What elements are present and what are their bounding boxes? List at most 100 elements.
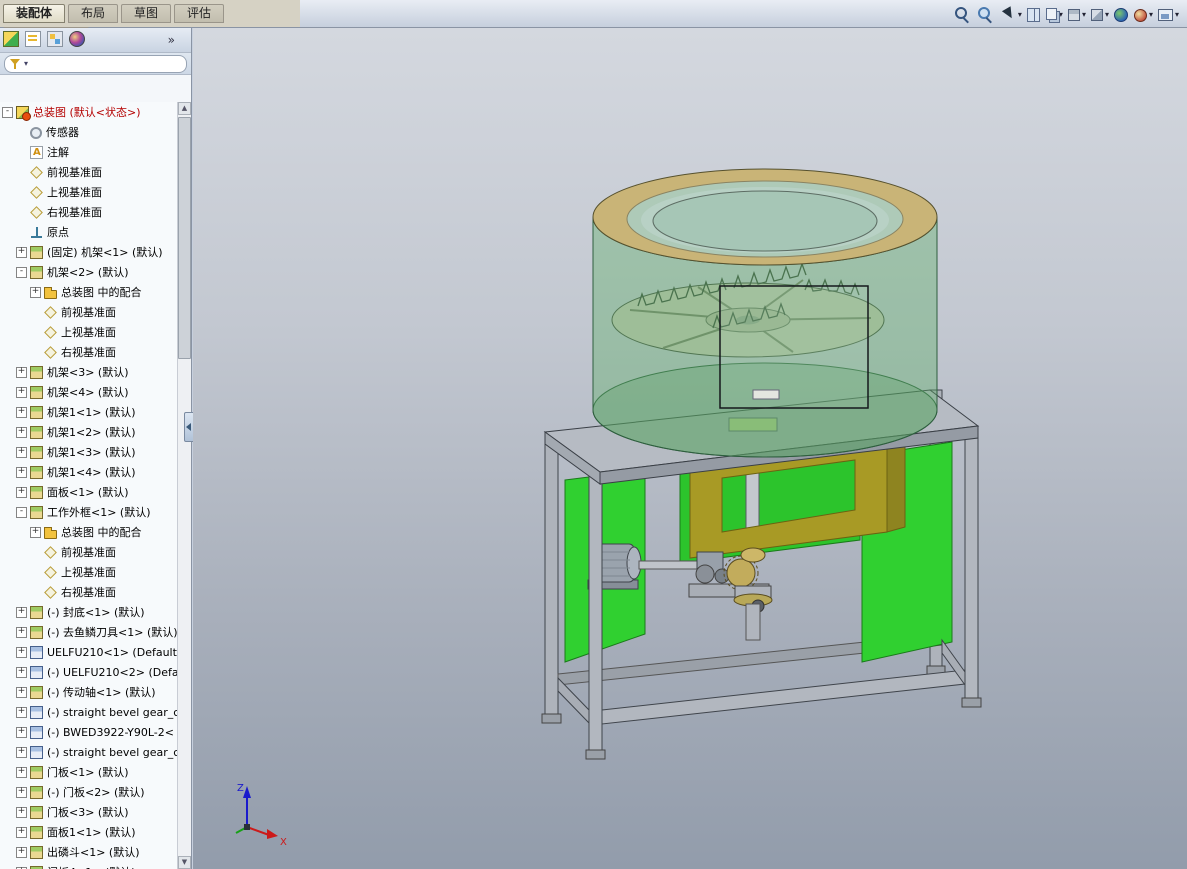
displaymanager-tab-icon[interactable]	[69, 30, 85, 47]
propertymanager-tab-icon[interactable]	[25, 30, 41, 47]
tree-item[interactable]: + (-) 去鱼鳞刀具<1> (默认)	[0, 622, 177, 642]
tree-expand-toggle[interactable]: -	[16, 266, 27, 278]
tree-item[interactable]: + 机架1<4> (默认)	[0, 462, 177, 482]
menu-tab-4[interactable]: 评估	[174, 4, 225, 23]
tree-item[interactable]: + (-) straight bevel gear_c	[0, 742, 177, 762]
tree-item[interactable]: + 面板1<1> (默认)	[0, 822, 177, 842]
filter-caret-icon[interactable]: ▾	[24, 59, 28, 68]
appearance-icon-caret[interactable]: ▾	[1149, 10, 1153, 19]
tree-filter-input[interactable]: ▾	[4, 54, 187, 73]
tree-expand-toggle[interactable]: +	[16, 606, 27, 618]
tree-item[interactable]: 上视基准面	[0, 182, 177, 202]
configurationmanager-tab-icon[interactable]	[47, 30, 63, 47]
tree-expand-toggle[interactable]: +	[16, 726, 27, 738]
tree-expand-toggle[interactable]: +	[16, 426, 27, 438]
tree-expand-toggle[interactable]: +	[30, 286, 41, 298]
tree-item[interactable]: + 面板<1> (默认)	[0, 482, 177, 502]
tree-item[interactable]: + 机架<3> (默认)	[0, 362, 177, 382]
zoom-in-icon[interactable]	[953, 6, 970, 23]
tree-expand-toggle[interactable]: +	[16, 806, 27, 818]
tree-expand-toggle[interactable]: +	[16, 646, 27, 658]
tree-item[interactable]: + 出磷斗<1> (默认)	[0, 842, 177, 862]
tree-expand-toggle[interactable]: +	[16, 446, 27, 458]
menu-tab-1[interactable]: 装配体	[3, 4, 66, 23]
tree-expand-toggle[interactable]: +	[16, 786, 27, 798]
scroll-down-button[interactable]: ▼	[178, 856, 191, 869]
view-settings-icon-caret[interactable]: ▾	[1175, 10, 1179, 19]
tree-item[interactable]: + 机架1<2> (默认)	[0, 422, 177, 442]
tree-item[interactable]: 注解	[0, 142, 177, 162]
scrollbar-thumb[interactable]	[178, 117, 191, 359]
tree-expand-toggle[interactable]: +	[16, 466, 27, 478]
tree-item[interactable]: + 机架1<1> (默认)	[0, 402, 177, 422]
view-orientation-icon[interactable]	[1090, 9, 1103, 21]
tree-item[interactable]: +门板4<1> (默认)	[0, 862, 177, 869]
tree-item[interactable]: + 门板<3> (默认)	[0, 802, 177, 822]
featuremanager-tree-tab-icon[interactable]	[3, 30, 19, 47]
panel-scrollbar[interactable]: ▲ ▼	[177, 102, 191, 869]
section-view-icon[interactable]	[1067, 9, 1080, 21]
view-settings-icon[interactable]	[1157, 9, 1173, 21]
tree-item[interactable]: + (-) 门板<2> (默认)	[0, 782, 177, 802]
tree-expand-toggle[interactable]: +	[16, 766, 27, 778]
tree-item[interactable]: 前视基准面	[0, 302, 177, 322]
tree-item[interactable]: + (-) 传动轴<1> (默认)	[0, 682, 177, 702]
tree-expand-toggle[interactable]: +	[16, 246, 27, 258]
tree-expand-toggle[interactable]: -	[16, 506, 27, 518]
tree-item[interactable]: 传感器	[0, 122, 177, 142]
section-view-icon-caret[interactable]: ▾	[1082, 10, 1086, 19]
selection-filter-icon-caret[interactable]: ▾	[1018, 10, 1022, 19]
tree-item[interactable]: 上视基准面	[0, 322, 177, 342]
pages-icon-caret[interactable]: ▾	[1059, 10, 1063, 19]
document-browser-icon[interactable]	[1026, 7, 1040, 22]
tree-expand-toggle[interactable]: +	[16, 846, 27, 858]
tree-item[interactable]: + (-) UELFU210<2> (Default)	[0, 662, 177, 682]
zoom-to-fit-icon[interactable]	[976, 6, 993, 23]
tree-item[interactable]: 前视基准面	[0, 162, 177, 182]
tree-item[interactable]: + UELFU210<1> (Default)	[0, 642, 177, 662]
tree-item[interactable]: 前视基准面	[0, 542, 177, 562]
tree-expand-toggle[interactable]: +	[16, 826, 27, 838]
graphics-viewport[interactable]: Z X	[193, 28, 1187, 869]
tree-item[interactable]: + (固定) 机架<1> (默认)	[0, 242, 177, 262]
tree-expand-toggle[interactable]: +	[16, 386, 27, 398]
selection-filter-icon[interactable]	[999, 6, 1016, 23]
filter-funnel-icon[interactable]	[10, 58, 22, 70]
tree-item[interactable]: + 门板<1> (默认)	[0, 762, 177, 782]
toolbar-overflow-button[interactable]: »	[168, 33, 175, 47]
model-canvas[interactable]: Z X	[193, 28, 1187, 869]
tree-expand-toggle[interactable]: +	[16, 686, 27, 698]
tree-expand-toggle[interactable]: +	[16, 706, 27, 718]
tree-expand-toggle[interactable]: +	[30, 526, 41, 538]
menu-tab-2[interactable]: 布局	[68, 4, 119, 23]
tree-expand-toggle[interactable]: +	[16, 626, 27, 638]
tree-item[interactable]: 右视基准面	[0, 202, 177, 222]
tree-expand-toggle[interactable]: +	[16, 666, 27, 678]
tree-item[interactable]: + (-) BWED3922-Y90L-2<	[0, 722, 177, 742]
tree-item[interactable]: 上视基准面	[0, 562, 177, 582]
tree-item[interactable]: + 机架1<3> (默认)	[0, 442, 177, 462]
tree-item[interactable]: - 机架<2> (默认)	[0, 262, 177, 282]
part-icon	[30, 405, 43, 419]
tree-expand-toggle[interactable]: +	[16, 406, 27, 418]
tree-expand-toggle[interactable]: -	[2, 106, 13, 118]
scroll-up-button[interactable]: ▲	[178, 102, 191, 115]
tree-item[interactable]: 原点	[0, 222, 177, 242]
tree-item[interactable]: + 机架<4> (默认)	[0, 382, 177, 402]
tree-expand-toggle[interactable]: +	[16, 366, 27, 378]
appearance-icon[interactable]	[1133, 8, 1147, 22]
tree-item[interactable]: 右视基准面	[0, 342, 177, 362]
pages-icon[interactable]	[1045, 8, 1057, 20]
tree-item[interactable]: + (-) straight bevel gear_c	[0, 702, 177, 722]
view-orientation-icon-caret[interactable]: ▾	[1105, 10, 1109, 19]
tree-item[interactable]: 右视基准面	[0, 582, 177, 602]
tree-item[interactable]: + 总装图 中的配合	[0, 522, 177, 542]
menu-tab-3[interactable]: 草图	[121, 4, 172, 23]
tree-expand-toggle[interactable]: +	[16, 486, 27, 498]
tree-item[interactable]: - 总装图 (默认<状态>)	[0, 102, 177, 122]
tree-item[interactable]: + (-) 封底<1> (默认)	[0, 602, 177, 622]
tree-item[interactable]: - 工作外框<1> (默认)	[0, 502, 177, 522]
render-globe-icon[interactable]	[1113, 7, 1128, 22]
tree-item[interactable]: + 总装图 中的配合	[0, 282, 177, 302]
tree-expand-toggle[interactable]: +	[16, 746, 27, 758]
